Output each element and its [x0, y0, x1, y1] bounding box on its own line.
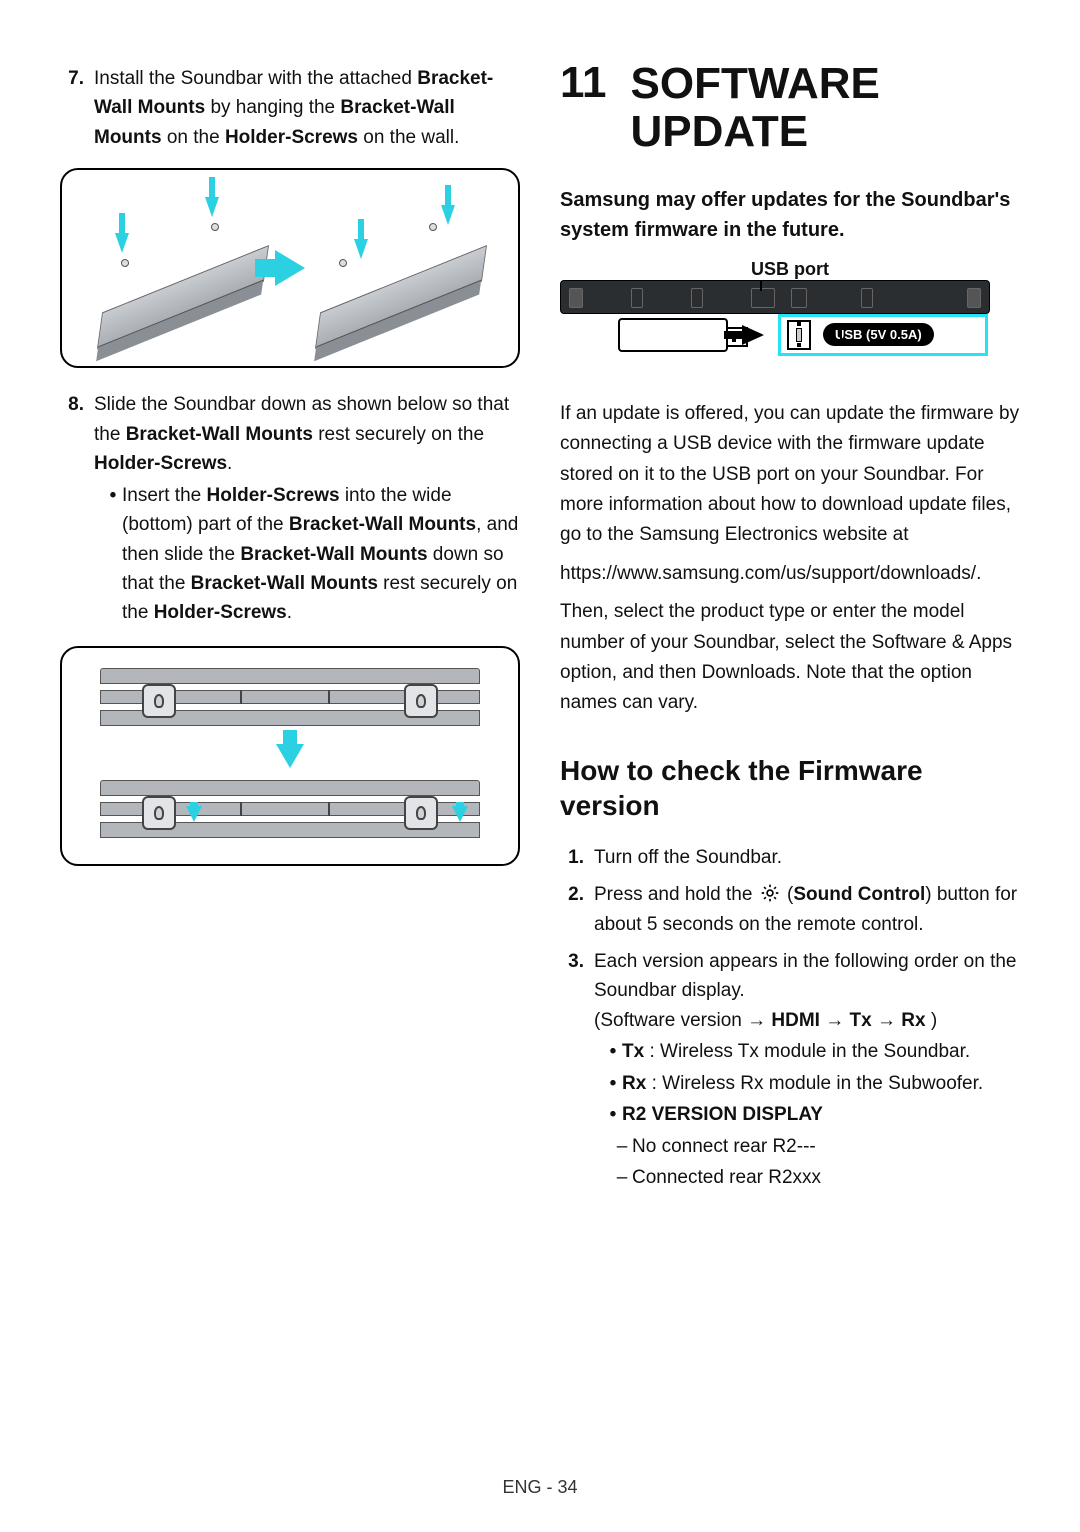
step-7-text: Install the Soundbar with the attached B…: [94, 64, 520, 152]
bullet-rx: Rx : Wireless Rx module in the Subwoofer…: [604, 1069, 1020, 1098]
update-paragraph-2: Then, select the product type or enter t…: [560, 597, 1020, 719]
t: .: [287, 602, 292, 623]
fw-step-2-text: Press and hold the (Sound Control) butto…: [594, 880, 1020, 939]
step-7-number: 7.: [60, 64, 94, 152]
iso-after: [309, 183, 489, 353]
t: Each version appears in the following or…: [594, 947, 1020, 1006]
t: No connect rear R2---: [632, 1132, 816, 1161]
t: Tx: [850, 1010, 872, 1031]
step-8-bullet: Insert the Holder-Screws into the wide (…: [104, 481, 520, 628]
arrow-right-icon: [275, 250, 305, 286]
chapter-heading: 11 SOFTWARE UPDATE: [560, 60, 1020, 157]
update-url: https://www.samsung.com/us/support/downl…: [560, 559, 1020, 589]
t: R2 VERSION DISPLAY: [622, 1100, 823, 1129]
step-8: 8. Slide the Soundbar down as shown belo…: [60, 390, 520, 630]
slide-before: [100, 668, 480, 732]
arrow-down-icon: [205, 197, 219, 217]
iso-before: [91, 183, 271, 353]
left-column: 7. Install the Soundbar with the attache…: [60, 60, 520, 1440]
fw-step-1: 1. Turn off the Soundbar.: [560, 843, 1020, 872]
t: on the wall.: [358, 127, 459, 148]
t: ): [926, 1010, 938, 1031]
version-sequence: (Software version → HDMI → Tx → Rx ): [594, 1006, 1020, 1035]
t: Rx: [622, 1073, 646, 1094]
t: Sound Control: [793, 884, 925, 905]
figure-install-soundbar: [60, 168, 520, 368]
fw-step-1-number: 1.: [560, 843, 594, 872]
bullet-tx: Tx : Wireless Tx module in the Soundbar.: [604, 1037, 1020, 1066]
t: Tx: [622, 1041, 644, 1062]
page-footer: ENG - 34: [0, 1477, 1080, 1498]
arrow-right-icon: →: [825, 1010, 844, 1031]
step-8-number: 8.: [60, 390, 94, 630]
t: Install the Soundbar with the attached: [94, 68, 417, 89]
bullet-r2: R2 VERSION DISPLAY: [604, 1100, 1020, 1129]
fw-step-1-text: Turn off the Soundbar.: [594, 843, 1020, 872]
gear-icon: [760, 883, 780, 903]
arrow-down-icon: [354, 239, 368, 259]
usb-stick-icon: [618, 318, 728, 352]
figure-slide-down: [60, 646, 520, 866]
arrow-right-icon: →: [747, 1010, 766, 1031]
t: Insert the: [122, 485, 207, 506]
usb-port-highlight: USB (5V 0.5A): [778, 314, 988, 356]
t: (Software version: [594, 1010, 747, 1031]
intro-text: Samsung may offer updates for the Soundb…: [560, 185, 1020, 245]
fw-step-2-number: 2.: [560, 880, 594, 939]
step-8-text: Slide the Soundbar down as shown below s…: [94, 390, 520, 630]
t: : Wireless Rx module in the Subwoofer.: [646, 1073, 983, 1094]
t: Press and hold the: [594, 884, 758, 905]
t: Bracket-Wall Mounts: [126, 424, 313, 445]
dash-no-connect: No connect rear R2---: [612, 1132, 1020, 1161]
chapter-title: SOFTWARE UPDATE: [631, 60, 1020, 157]
t: .: [227, 453, 232, 474]
chapter-number: 11: [560, 60, 607, 106]
t: on the: [162, 127, 225, 148]
slide-after: [100, 780, 480, 844]
arrow-right-icon: →: [877, 1010, 896, 1031]
t: Holder-Screws: [154, 602, 287, 623]
t: Connected rear R2xxx: [632, 1163, 821, 1192]
arrow-down-icon: [186, 806, 202, 822]
arrow-right-icon: [742, 325, 764, 345]
right-column: 11 SOFTWARE UPDATE Samsung may offer upd…: [560, 60, 1020, 1440]
fw-step-3-number: 3.: [560, 947, 594, 1195]
t: If an update is offered, you can update …: [560, 403, 1019, 546]
t: HDMI: [771, 1010, 820, 1031]
t: by hanging the: [205, 97, 340, 118]
figure-usb-update: USB port USB (5V 0.5A): [560, 259, 1020, 399]
arrow-down-icon: [441, 205, 455, 225]
firmware-check-heading: How to check the Firmware version: [560, 753, 1020, 823]
t: Holder-Screws: [94, 453, 227, 474]
t: Bracket-Wall Mounts: [289, 514, 476, 535]
fw-step-3: 3. Each version appears in the following…: [560, 947, 1020, 1195]
t: (: [782, 884, 794, 905]
update-paragraph-1: If an update is offered, you can update …: [560, 399, 1020, 551]
arrow-down-icon: [452, 806, 468, 822]
t: Rx: [901, 1010, 925, 1031]
usb-port-label: USB port: [560, 259, 1020, 280]
fw-step-3-text: Each version appears in the following or…: [594, 947, 1020, 1195]
fw-step-2: 2. Press and hold the (Sound Control) bu…: [560, 880, 1020, 939]
t: Bracket-Wall Mounts: [240, 544, 427, 565]
t: rest securely on the: [313, 424, 484, 445]
usb-port-icon: [787, 320, 811, 350]
arrow-down-icon: [115, 233, 129, 253]
t: Holder-Screws: [207, 485, 340, 506]
dash-connected: Connected rear R2xxx: [612, 1163, 1020, 1192]
t: Bracket-Wall Mounts: [191, 573, 378, 594]
t: Holder-Screws: [225, 127, 358, 148]
soundbar-rear-illustration: [560, 280, 990, 314]
t: : Wireless Tx module in the Soundbar.: [644, 1041, 970, 1062]
step-7: 7. Install the Soundbar with the attache…: [60, 64, 520, 152]
arrow-down-icon: [276, 744, 304, 768]
